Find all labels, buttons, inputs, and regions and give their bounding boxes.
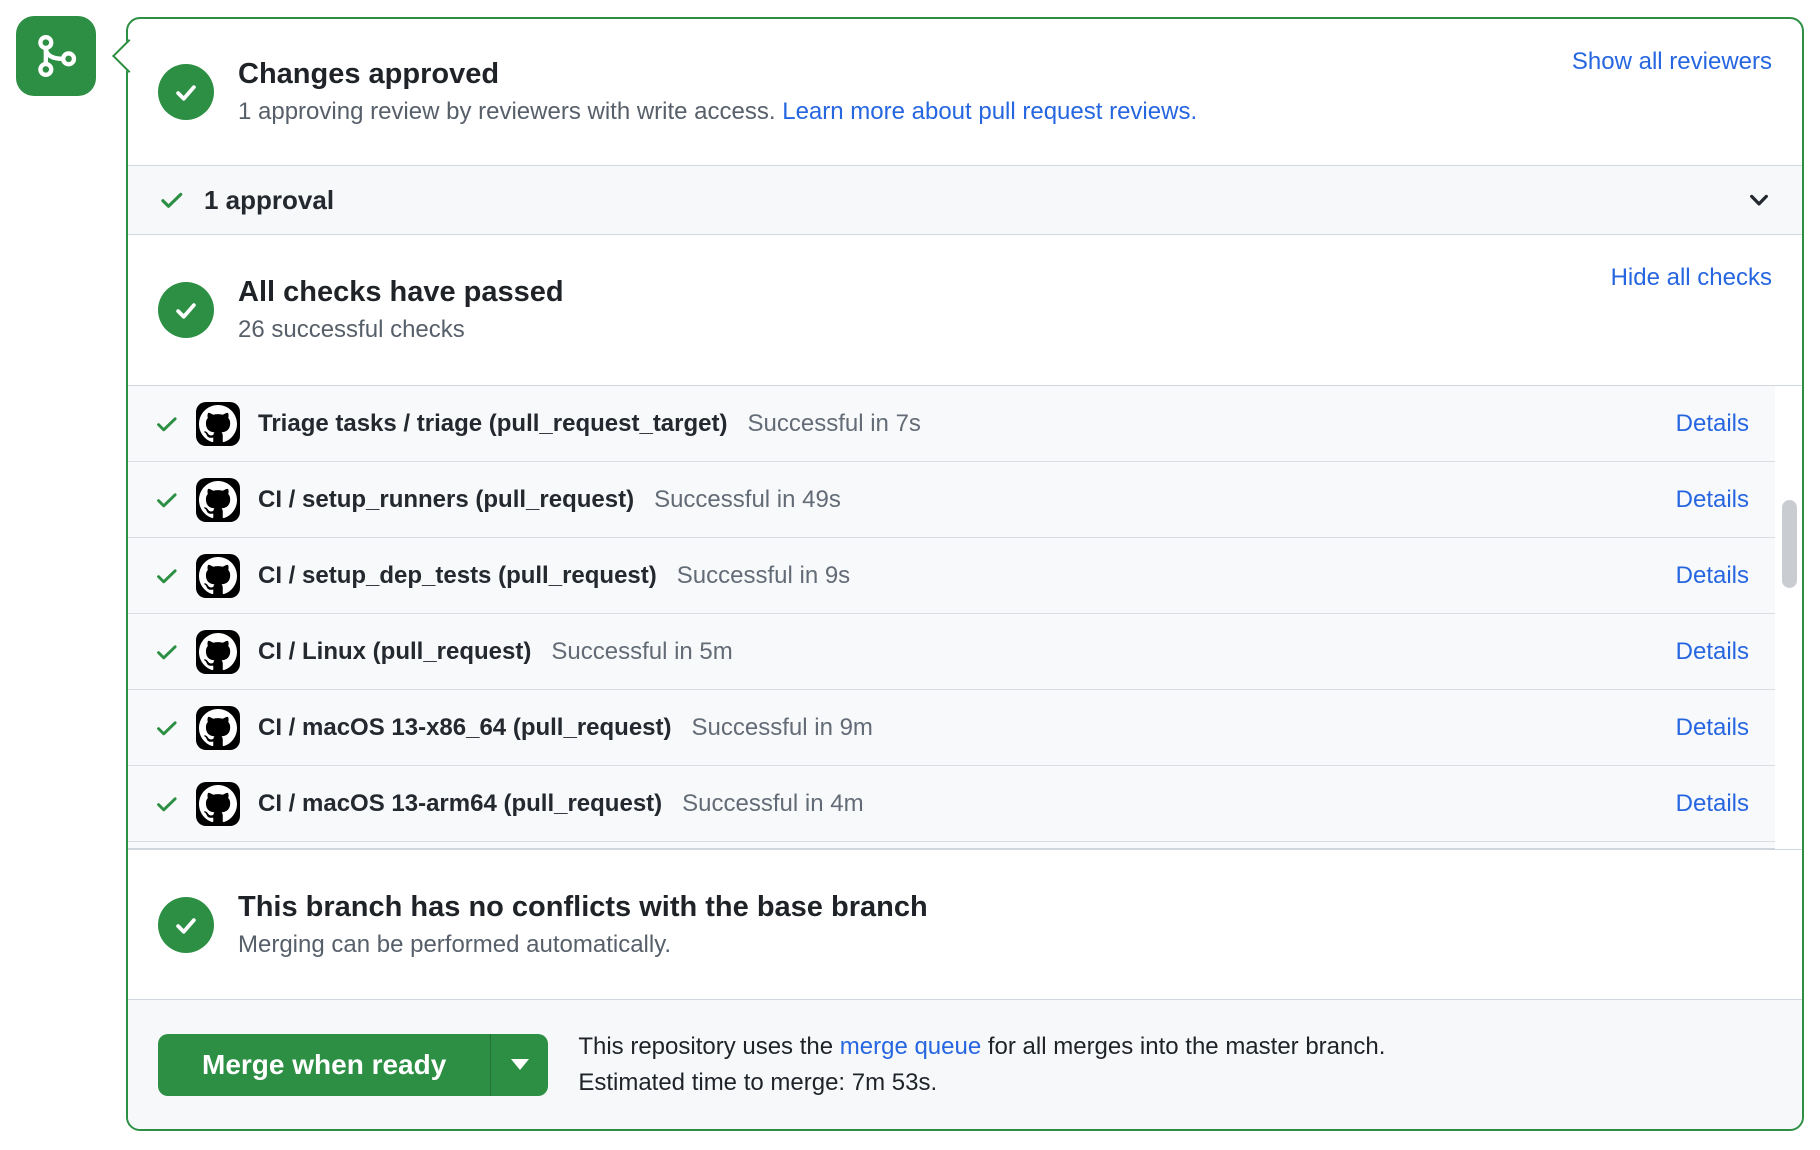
triangle-down-icon <box>511 1059 529 1070</box>
check-name: CI / Linux (pull_request) <box>258 638 531 666</box>
details-link[interactable]: Details <box>1676 486 1749 514</box>
check-name: CI / setup_runners (pull_request) <box>258 486 634 514</box>
check-icon <box>154 791 180 817</box>
github-actions-avatar <box>196 554 240 598</box>
check-name: CI / macOS 13-x86_64 (pull_request) <box>258 714 672 742</box>
check-icon <box>154 715 180 741</box>
checks-scrollbar[interactable] <box>1782 500 1797 588</box>
merge-queue-info: This repository uses the merge queue for… <box>578 1029 1385 1101</box>
review-status-description: 1 approving review by reviewers with wri… <box>238 98 782 125</box>
check-icon <box>154 563 180 589</box>
check-row: CI / Linux (pull_request) Successful in … <box>128 614 1775 690</box>
approval-count-label: 1 approval <box>204 185 334 216</box>
review-status-title: Changes approved <box>238 58 1197 91</box>
merge-queue-info-suffix: for all merges into the master branch. <box>981 1033 1385 1060</box>
check-name: CI / setup_dep_tests (pull_request) <box>258 562 657 590</box>
check-status: Successful in 9s <box>677 562 850 590</box>
check-icon <box>154 487 180 513</box>
merge-estimate: Estimated time to merge: 7m 53s. <box>578 1065 1385 1101</box>
chevron-down-icon[interactable] <box>1746 187 1772 213</box>
check-name: CI / macOS 13-arm64 (pull_request) <box>258 790 662 818</box>
merge-queue-info-prefix: This repository uses the <box>578 1033 839 1060</box>
conflicts-title: This branch has no conflicts with the ba… <box>238 891 928 924</box>
merge-options-dropdown-button[interactable] <box>490 1034 548 1096</box>
checks-status-title: All checks have passed <box>238 276 564 309</box>
check-row: CI / macOS 13-arm64 (pull_request) Succe… <box>128 766 1775 842</box>
checks-list: Triage tasks / triage (pull_request_targ… <box>128 386 1802 849</box>
merge-queue-link[interactable]: merge queue <box>840 1033 981 1060</box>
check-row: CI / setup_runners (pull_request) Succes… <box>128 462 1775 538</box>
github-actions-avatar <box>196 706 240 750</box>
details-link[interactable]: Details <box>1676 410 1749 438</box>
review-status-section: Changes approved 1 approving review by r… <box>128 19 1802 165</box>
check-circle-icon <box>158 897 214 953</box>
check-name: Triage tasks / triage (pull_request_targ… <box>258 410 728 438</box>
merge-when-ready-split-button: Merge when ready <box>158 1034 548 1096</box>
conflicts-status-section: This branch has no conflicts with the ba… <box>128 849 1802 999</box>
check-row: CI / macOS 13-x86_64 (pull_request) Succ… <box>128 690 1775 766</box>
details-link[interactable]: Details <box>1676 790 1749 818</box>
check-icon <box>154 639 180 665</box>
github-actions-avatar <box>196 402 240 446</box>
github-actions-avatar <box>196 630 240 674</box>
check-status: Successful in 7s <box>748 410 921 438</box>
approval-summary-row[interactable]: 1 approval <box>128 165 1802 235</box>
check-row-partial <box>128 842 1775 849</box>
checks-status-section: All checks have passed 26 successful che… <box>128 235 1802 386</box>
check-status: Successful in 9m <box>692 714 873 742</box>
check-icon <box>158 186 186 214</box>
merge-box: Changes approved 1 approving review by r… <box>126 17 1804 1131</box>
checks-status-subtitle: 26 successful checks <box>238 316 564 344</box>
check-row: CI / setup_dep_tests (pull_request) Succ… <box>128 538 1775 614</box>
github-actions-avatar <box>196 782 240 826</box>
check-circle-icon <box>158 64 214 120</box>
details-link[interactable]: Details <box>1676 638 1749 666</box>
details-link[interactable]: Details <box>1676 562 1749 590</box>
show-all-reviewers-link[interactable]: Show all reviewers <box>1572 48 1772 76</box>
check-circle-icon <box>158 282 214 338</box>
merge-actions-footer: Merge when ready This repository uses th… <box>128 999 1802 1129</box>
details-link[interactable]: Details <box>1676 714 1749 742</box>
conflicts-subtitle: Merging can be performed automatically. <box>238 931 928 959</box>
check-icon <box>154 411 180 437</box>
merge-when-ready-button[interactable]: Merge when ready <box>158 1034 490 1096</box>
hide-all-checks-link[interactable]: Hide all checks <box>1611 264 1772 292</box>
check-status: Successful in 49s <box>654 486 841 514</box>
check-status: Successful in 4m <box>682 790 863 818</box>
git-merge-icon <box>30 30 82 82</box>
check-row: Triage tasks / triage (pull_request_targ… <box>128 386 1775 462</box>
learn-more-link[interactable]: Learn more about pull request reviews. <box>782 98 1197 125</box>
merge-status-square <box>16 16 96 96</box>
check-status: Successful in 5m <box>551 638 732 666</box>
github-actions-avatar <box>196 478 240 522</box>
